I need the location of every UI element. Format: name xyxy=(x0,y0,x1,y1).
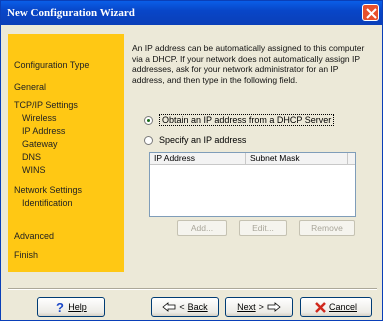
help-icon: ? xyxy=(56,301,64,313)
back-arrow-icon xyxy=(162,302,176,312)
specify-ip-radio-option[interactable]: Specify an IP address xyxy=(144,135,246,145)
help-label: Help xyxy=(68,302,87,312)
ip-address-list[interactable]: IP Address Subnet Mask xyxy=(149,152,356,217)
edit-button[interactable]: Edit... xyxy=(239,220,287,236)
description-text: An IP address can be automatically assig… xyxy=(132,43,365,85)
add-button[interactable]: Add... xyxy=(177,220,227,236)
step-tcpip-settings: TCP/IP Settings xyxy=(14,100,78,110)
step-identification: Identification xyxy=(22,198,73,208)
specify-ip-radio-button[interactable] xyxy=(144,135,153,145)
close-icon xyxy=(366,8,377,19)
close-button[interactable] xyxy=(362,4,379,21)
remove-button[interactable]: Remove xyxy=(299,220,355,236)
svg-text:?: ? xyxy=(56,301,64,313)
step-gateway: Gateway xyxy=(22,139,58,149)
wizard-window: New Configuration Wizard Configuration T… xyxy=(0,0,383,321)
title-bar: New Configuration Wizard xyxy=(1,1,382,25)
back-label: Back xyxy=(187,302,208,312)
footer-separator xyxy=(8,288,377,290)
step-network-settings: Network Settings xyxy=(14,185,83,195)
step-general: General xyxy=(14,82,47,92)
cancel-x-icon xyxy=(315,301,326,313)
column-subnet-mask[interactable]: Subnet Mask xyxy=(246,153,348,164)
back-label-prefix: < xyxy=(179,302,185,312)
list-header: IP Address Subnet Mask xyxy=(150,153,355,165)
next-arrow-icon xyxy=(267,302,281,312)
content-pane: An IP address can be automatically assig… xyxy=(132,43,372,85)
window-title: New Configuration Wizard xyxy=(7,7,135,19)
back-button[interactable]: < Back xyxy=(151,297,219,317)
next-button[interactable]: Next > xyxy=(225,297,293,317)
dhcp-radio-option[interactable]: Obtain an IP address from a DHCP Server xyxy=(144,114,335,126)
cancel-label: Cancel xyxy=(328,302,357,312)
next-label-suffix: > xyxy=(258,302,264,312)
column-ip-address[interactable]: IP Address xyxy=(150,153,246,164)
step-configuration-type: Configuration Type xyxy=(14,60,90,70)
dhcp-radio-button[interactable] xyxy=(144,115,153,125)
next-label: Next xyxy=(237,302,256,312)
help-button[interactable]: ? Help xyxy=(37,297,105,317)
dhcp-radio-label[interactable]: Obtain an IP address from a DHCP Server xyxy=(159,114,335,126)
step-dns: DNS xyxy=(22,152,42,162)
specify-ip-radio-label[interactable]: Specify an IP address xyxy=(159,135,246,145)
wizard-steps-sidebar: Configuration Type General TCP/IP Settin… xyxy=(8,34,124,272)
step-ip-address: IP Address xyxy=(22,126,66,136)
step-wireless: Wireless xyxy=(22,113,57,123)
step-advanced: Advanced xyxy=(14,231,55,241)
cancel-button[interactable]: Cancel xyxy=(300,297,372,317)
step-finish: Finish xyxy=(14,250,39,260)
step-wins: WINS xyxy=(22,165,46,175)
